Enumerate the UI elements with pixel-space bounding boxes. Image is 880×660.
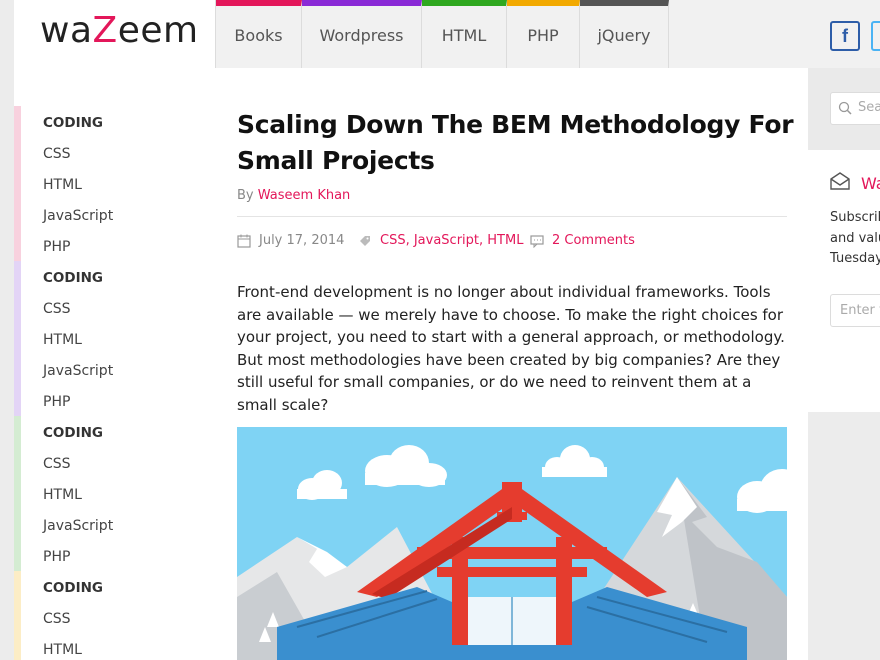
sidebar-item-html[interactable]: HTML	[43, 332, 82, 348]
post-categories[interactable]: CSS, JavaScript, HTML	[358, 233, 523, 248]
nav-item-html[interactable]: HTML	[422, 0, 507, 68]
comment-icon	[530, 234, 544, 248]
sidebar-item-html[interactable]: HTML	[43, 177, 82, 193]
search-icon	[838, 101, 852, 115]
post-title[interactable]: Scaling Down The BEM Methodology For Sma…	[237, 107, 797, 179]
sidebar-heading-coding[interactable]: CODING	[43, 580, 103, 596]
sidebar-item-php[interactable]: PHP	[43, 239, 70, 255]
logo-container[interactable]: waZeem	[14, 0, 215, 68]
sidebar-item-css[interactable]: CSS	[43, 611, 71, 627]
sidebar-item-html[interactable]: HTML	[43, 642, 82, 658]
category-color-bar	[14, 571, 21, 660]
search-placeholder: Sea	[858, 100, 880, 115]
category-color-bar	[14, 416, 21, 571]
sidebar-heading-coding[interactable]: CODING	[43, 425, 103, 441]
post-excerpt: Front-end development is no longer about…	[237, 283, 785, 414]
facebook-icon[interactable]: f	[830, 21, 860, 51]
sidebar-heading-coding[interactable]: CODING	[43, 270, 103, 286]
nav-item-jquery[interactable]: jQuery	[580, 0, 669, 68]
right-column-background	[808, 412, 880, 660]
sidebar-item-css[interactable]: CSS	[43, 146, 71, 162]
post-date: July 17, 2014	[237, 233, 344, 248]
sidebar-item-php[interactable]: PHP	[43, 394, 70, 410]
nav-item-php[interactable]: PHP	[507, 0, 580, 68]
sidebar-item-javascript[interactable]: JavaScript	[43, 518, 113, 534]
post-comments[interactable]: 2 Comments	[530, 233, 635, 248]
nav-item-books[interactable]: Books	[216, 0, 302, 68]
calendar-icon	[237, 234, 251, 248]
site-logo[interactable]: waZeem	[40, 10, 199, 51]
main-nav: Books Wordpress HTML PHP jQuery	[215, 0, 669, 68]
sidebar-item-php[interactable]: PHP	[43, 549, 70, 565]
category-color-bar	[14, 106, 21, 261]
sidebar-item-javascript[interactable]: JavaScript	[43, 363, 113, 379]
tag-icon	[360, 235, 370, 246]
sidebar-item-css[interactable]: CSS	[43, 301, 71, 317]
category-color-bar	[14, 261, 21, 416]
sidebar-item-javascript[interactable]: JavaScript	[43, 208, 113, 224]
envelope-icon	[830, 172, 850, 190]
bem-illustration	[237, 427, 787, 660]
sidebar-item-html[interactable]: HTML	[43, 487, 82, 503]
divider	[237, 216, 787, 217]
newsletter-title: Wa	[861, 174, 880, 193]
email-placeholder: Enter y	[840, 303, 880, 318]
twitter-icon[interactable]	[871, 21, 880, 51]
sidebar-item-css[interactable]: CSS	[43, 456, 71, 472]
author-link[interactable]: Waseem Khan	[258, 188, 351, 203]
nav-item-wordpress[interactable]: Wordpress	[302, 0, 422, 68]
newsletter-text: Subscrib and valu Tuesday	[830, 210, 880, 266]
post-byline: By Waseem Khan	[237, 188, 351, 203]
post-featured-image[interactable]	[237, 427, 787, 660]
sidebar-heading-coding[interactable]: CODING	[43, 115, 103, 131]
